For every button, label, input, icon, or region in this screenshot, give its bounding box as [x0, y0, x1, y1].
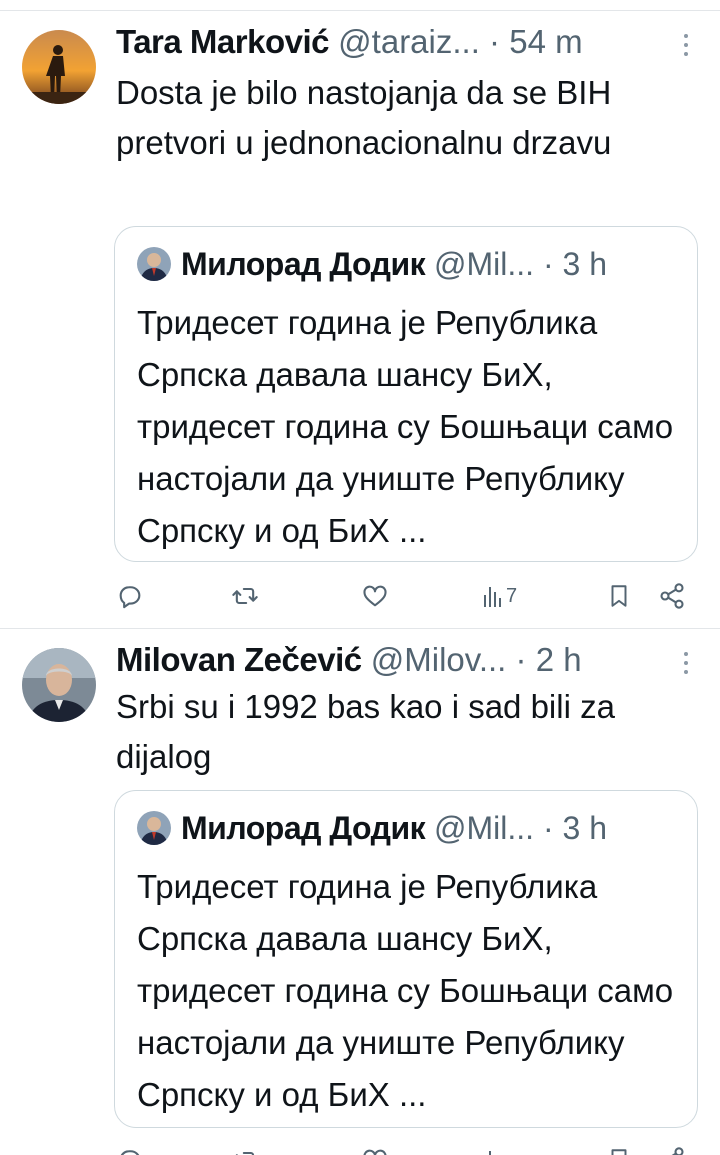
- like-button[interactable]: [361, 1142, 389, 1155]
- tweet-card[interactable]: Milovan Zečević @Milov... · 2 h Srbi su …: [0, 628, 720, 1155]
- quote-timestamp: 3 h: [562, 810, 607, 846]
- quoted-tweet[interactable]: Милорад Додик @Mil... · 3 h Тридесет год…: [114, 790, 698, 1128]
- action-bar: 7: [116, 578, 690, 614]
- timestamp[interactable]: 54 m: [509, 23, 582, 60]
- avatar[interactable]: [22, 30, 96, 104]
- views-chart-icon: [482, 1147, 504, 1155]
- author-name[interactable]: Tara Marković: [116, 23, 330, 60]
- quote-text: Тридесет година је Република Српска дава…: [137, 868, 674, 1113]
- quote-text: Тридесет година је Република Српска дава…: [137, 304, 674, 549]
- bookmark-button[interactable]: [606, 1142, 632, 1155]
- quote-avatar: [137, 247, 171, 281]
- separator-dot: ·: [542, 810, 554, 846]
- retweet-icon: [231, 582, 259, 610]
- like-button[interactable]: [361, 578, 389, 614]
- bookmark-button[interactable]: [606, 578, 632, 614]
- separator-dot: ·: [542, 246, 554, 282]
- quote-author-handle: @Mil...: [434, 810, 535, 846]
- tweet-card[interactable]: Tara Marković @taraiz... · 54 m Dosta je…: [0, 0, 720, 628]
- views-count: 7: [506, 584, 518, 607]
- retweet-icon: [231, 1146, 259, 1155]
- reply-button[interactable]: [116, 578, 144, 614]
- bookmark-icon: [606, 1146, 632, 1155]
- separator-dot: ·: [515, 641, 527, 678]
- heart-icon: [361, 1146, 389, 1155]
- share-button[interactable]: [658, 1142, 686, 1155]
- views-button[interactable]: [482, 1142, 504, 1155]
- quote-author-handle: @Mil...: [434, 246, 535, 282]
- quote-header: Милорад Додик @Mil... · 3 h: [181, 807, 679, 849]
- tweet-header: Milovan Zečević @Milov... · 2 h: [116, 640, 690, 680]
- retweet-button[interactable]: [231, 578, 259, 614]
- tweet-text: Srbi su i 1992 bas kao i sad bili za dij…: [116, 688, 615, 775]
- author-name[interactable]: Milovan Zečević: [116, 641, 362, 678]
- quote-header: Милорад Додик @Mil... · 3 h: [181, 243, 679, 285]
- more-vertical-icon[interactable]: [682, 34, 690, 60]
- author-handle[interactable]: @taraiz...: [338, 23, 480, 60]
- tweet-text: Dosta je bilo nastojanja da se BIH pretv…: [116, 74, 612, 161]
- separator-dot: ·: [489, 23, 501, 60]
- heart-icon: [361, 582, 389, 610]
- reply-icon: [116, 582, 144, 610]
- tweet-header: Tara Marković @taraiz... · 54 m: [116, 22, 690, 62]
- reply-icon: [116, 1146, 144, 1155]
- share-icon: [658, 582, 686, 610]
- quote-avatar: [137, 811, 171, 845]
- author-handle[interactable]: @Milov...: [371, 641, 507, 678]
- more-vertical-icon[interactable]: [682, 652, 690, 678]
- share-icon: [658, 1146, 686, 1155]
- quote-author-name: Милорад Додик: [181, 810, 426, 846]
- reply-button[interactable]: [116, 1142, 144, 1155]
- quoted-tweet[interactable]: Милорад Додик @Mil... · 3 h Тридесет год…: [114, 226, 698, 562]
- action-bar: [116, 1142, 690, 1155]
- bookmark-icon: [606, 582, 632, 610]
- quote-timestamp: 3 h: [562, 246, 607, 282]
- views-button[interactable]: 7: [482, 578, 517, 614]
- timestamp[interactable]: 2 h: [536, 641, 582, 678]
- retweet-button[interactable]: [231, 1142, 259, 1155]
- share-button[interactable]: [658, 578, 686, 614]
- avatar[interactable]: [22, 648, 96, 722]
- quote-author-name: Милорад Додик: [181, 246, 426, 282]
- views-chart-icon: [482, 583, 504, 609]
